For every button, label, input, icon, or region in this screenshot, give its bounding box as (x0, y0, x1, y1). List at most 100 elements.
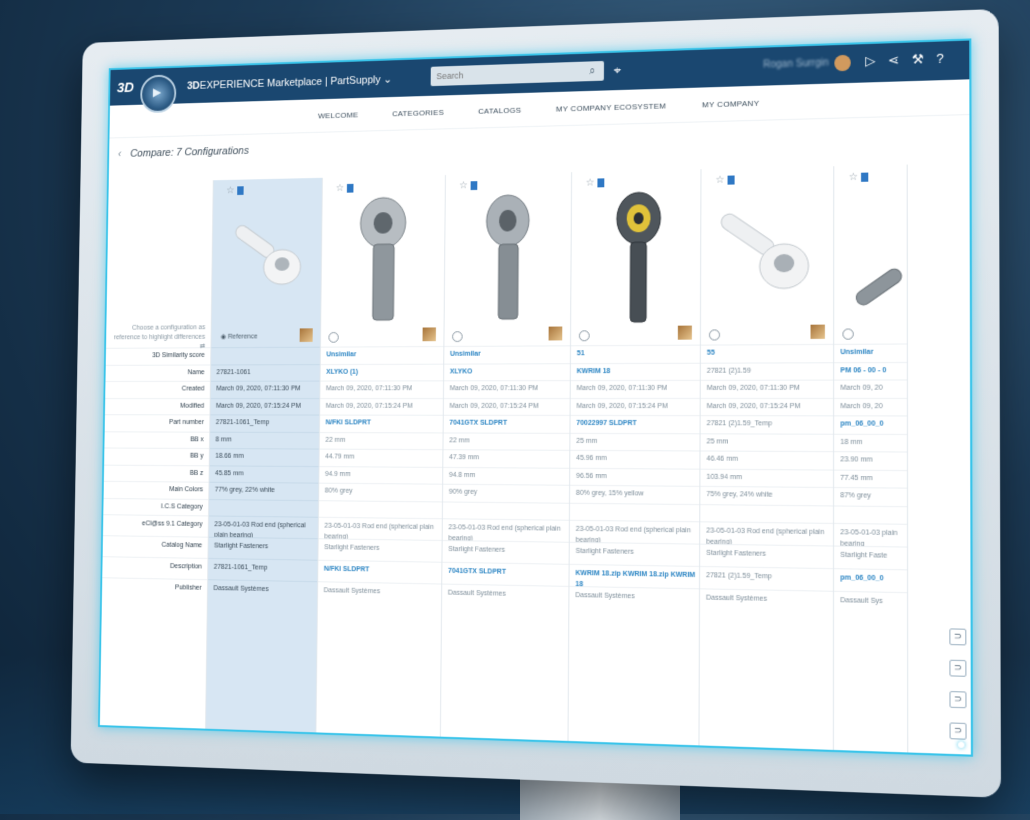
app-title[interactable]: 3DEXPERIENCE Marketplace | PartSupply ⌄ (187, 72, 392, 91)
description: N/FKI SLDPRT (318, 560, 441, 584)
attribute-labels: Choose a configuration as reference to h… (100, 180, 214, 728)
bby: 47.39 mm (443, 449, 569, 467)
avatar[interactable] (834, 55, 850, 72)
ref-ics (209, 499, 318, 517)
thumbnail-icon[interactable] (423, 327, 436, 341)
favorite-icon[interactable]: ☆ (459, 180, 477, 191)
config-column[interactable]: ☆ 51 KWRIM 18 March 09, 2020, 07:11:30 P… (568, 169, 701, 745)
rod-end-grey-image (468, 190, 546, 329)
bbz: 77.45 mm (834, 469, 907, 488)
rod-end-white-image (715, 207, 817, 309)
3ds-logo[interactable]: 3D (110, 79, 140, 96)
label-created: Created (105, 381, 210, 398)
tab-my-company[interactable]: My Company (702, 98, 759, 109)
reference-tag[interactable]: ◉ Reference (221, 333, 258, 341)
modified: March 09, 2020, 07:15:24 PM (701, 397, 833, 415)
reference-column[interactable]: ☆ ◉ Reference 27821-1061 March 09, 2020,… (206, 178, 323, 733)
bbz: 94.9 mm (319, 466, 442, 484)
created: March 09, 2020, 07:11:30 PM (571, 380, 700, 398)
ref-modified: March 09, 2020, 07:15:24 PM (210, 398, 319, 415)
score: Unsimilar (321, 346, 444, 364)
favorite-icon[interactable]: ☆ (226, 185, 243, 196)
reference-radio[interactable] (579, 330, 590, 341)
tag-icon[interactable]: ⌖ (614, 62, 621, 78)
rod-end-yellow-image (599, 188, 679, 329)
bbx: 22 mm (443, 432, 569, 450)
name[interactable]: XLYKO (1) (321, 363, 444, 380)
bby: 44.79 mm (320, 449, 443, 467)
ref-eclass: 23-05-01-03 Rod end (spherical plain bea… (209, 515, 318, 538)
modified: March 09, 2020, 07:15:24 PM (444, 398, 570, 415)
thumbnail-icon[interactable] (300, 328, 313, 342)
name[interactable]: XLYKO (444, 363, 570, 381)
part-number[interactable]: 70022997 SLDPRT (570, 415, 699, 433)
catalog: Starlight Fasteners (318, 538, 441, 561)
name[interactable]: 27821 (2)1.59 (701, 362, 833, 380)
search-icon[interactable]: ⌕ (582, 64, 602, 77)
part-number[interactable]: N/FKI SLDPRT (320, 415, 443, 432)
publisher: Dassault Systèmes (700, 588, 833, 613)
reference-radio[interactable] (842, 328, 853, 339)
favorite-icon[interactable]: ☆ (336, 183, 354, 194)
thumbnail-icon[interactable] (811, 325, 825, 339)
user-name[interactable]: Rogan Surrgin (763, 57, 829, 70)
tab-my-company-ecosystem[interactable]: My Company Ecosystem (556, 101, 666, 113)
tools-icon[interactable]: ⚒ (912, 51, 924, 68)
back-icon[interactable]: ‹ (118, 148, 121, 159)
share-icon[interactable]: ⋖ (888, 52, 899, 69)
config-column[interactable]: ☆ Unsimilar XLYKO March 09, 2020, 07:11:… (441, 172, 572, 741)
modified: March 09, 2020, 07:15:24 PM (320, 398, 443, 415)
topbar-icons: ▷ ⋖ ⚒ ? (865, 51, 944, 70)
label-part-number: Part number (105, 414, 210, 431)
description: pm_06_00_0 (834, 568, 907, 592)
part-number[interactable]: 7041GTX SLDPRT (444, 415, 570, 433)
thumbnail-icon[interactable] (678, 326, 692, 340)
bbx: 18 mm (834, 433, 907, 451)
config-column[interactable]: ☆ 55 27821 (2)1.59 March 09, 2020, 07:11… (699, 166, 834, 750)
tab-categories[interactable]: Categories (392, 108, 444, 118)
tab-welcome[interactable]: Welcome (318, 110, 358, 120)
reference-radio[interactable] (328, 332, 338, 343)
search-input[interactable] (431, 66, 583, 83)
side-toolbar: ⊃ ⊃ ⊃ ⊃ (949, 628, 966, 739)
favorite-icon[interactable]: ☆ (715, 174, 734, 185)
name[interactable]: KWRIM 18 (571, 362, 700, 380)
reference-radio[interactable] (452, 331, 463, 342)
label-ics-category: I.C.S Category (103, 498, 208, 516)
favorite-icon[interactable]: ☆ (586, 177, 605, 188)
rod-end-partial-image (849, 256, 911, 318)
side-tool-icon[interactable]: ⊃ (949, 660, 966, 677)
help-icon[interactable]: ? (936, 51, 944, 68)
ref-bby: 18.66 mm (210, 448, 319, 466)
label-description: Description (102, 556, 207, 579)
tab-catalogs[interactable]: Catalogs (478, 105, 521, 115)
config-column[interactable]: ☆ Unsimilar PM 06 - 00 - 0 March 09, 20 … (834, 165, 908, 753)
side-tool-icon[interactable]: ⊃ (950, 722, 967, 739)
thumbnail-icon[interactable] (549, 327, 563, 341)
part-number[interactable]: pm_06_00_0 (834, 415, 907, 433)
config-column[interactable]: ☆ Unsimilar XLYKO (1) March 09, 2020, 07… (316, 175, 446, 737)
part-number[interactable]: 27821 (2)1.59_Temp (701, 415, 834, 433)
publisher: Dassault Systèmes (318, 581, 441, 605)
compare-grid: Choose a configuration as reference to h… (100, 163, 971, 754)
label-bby: BB y (104, 448, 209, 465)
eclass: 23-05-01-03 plain bearing (834, 523, 907, 547)
favorite-icon[interactable]: ☆ (849, 172, 869, 184)
name[interactable]: PM 06 - 00 - 0 (834, 361, 907, 379)
ref-score (211, 347, 320, 364)
bbx: 22 mm (320, 432, 443, 450)
colors: 80% grey (319, 483, 442, 501)
play-icon[interactable]: ▷ (865, 53, 875, 70)
score: Unsimilar (444, 345, 570, 363)
created: March 09, 2020, 07:11:30 PM (320, 380, 443, 397)
modified: March 09, 20 (834, 397, 907, 415)
side-tool-icon[interactable]: ⊃ (949, 691, 966, 708)
ref-catalog: Starlight Fasteners (208, 537, 317, 560)
side-tool-icon[interactable]: ⊃ (949, 628, 966, 645)
bby: 23.90 mm (834, 451, 907, 469)
catalog: Starlight Faste (834, 546, 907, 570)
eclass: 23-05-01-03 Rod end (spherical plain bea… (443, 518, 569, 542)
eclass: 23-05-01-03 Rod end (spherical plain bea… (319, 517, 442, 540)
bby: 45.96 mm (570, 450, 699, 468)
reference-radio[interactable] (709, 329, 720, 340)
